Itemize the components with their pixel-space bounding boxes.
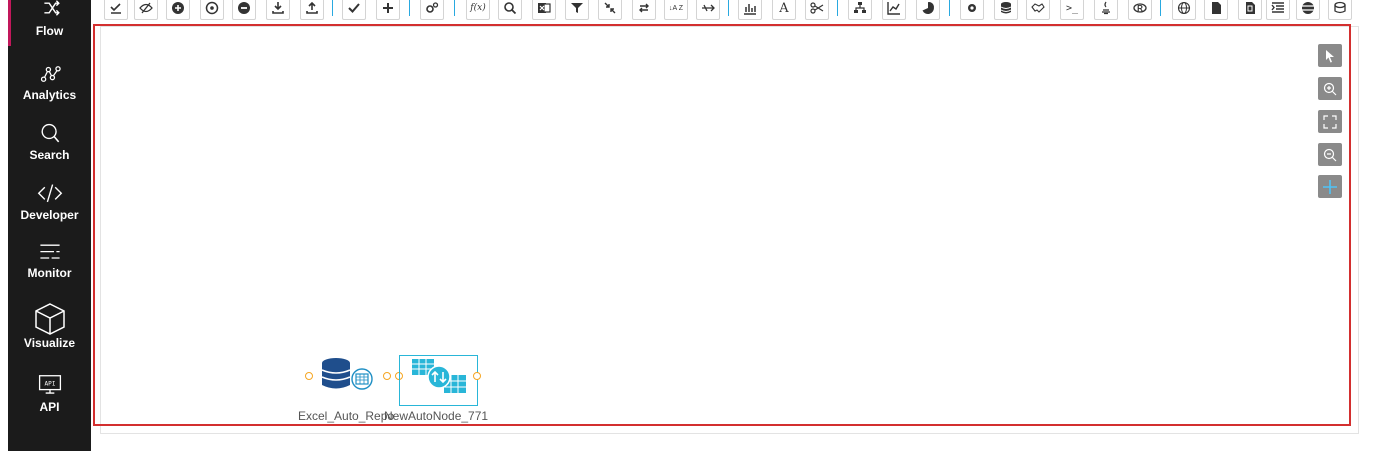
toolbar-separator [728,0,729,16]
filter-icon[interactable] [565,0,589,20]
left-edge [0,0,8,451]
api-icon: API [38,375,61,394]
sidebar-item-label: API [39,400,60,414]
globe-icon[interactable] [1172,0,1196,20]
node-label: NewAutoNode_771 [384,409,489,423]
stack-icon[interactable] [1296,0,1320,20]
sidebar-item-search[interactable]: Search [8,122,91,162]
sidebar-item-developer[interactable]: Developer [8,182,91,222]
settings-icon[interactable] [960,0,984,20]
upload-icon[interactable] [300,0,324,20]
node-output-port[interactable] [383,372,391,380]
file-icon[interactable] [1204,0,1228,20]
plus-icon[interactable] [376,0,400,20]
database-export-icon[interactable] [1328,0,1352,20]
route-icon[interactable] [696,0,720,20]
node-label: Excel_Auto_Repo [298,409,395,423]
indent-list-icon[interactable] [1266,0,1290,20]
toolbar-separator [454,0,455,16]
check-down-icon[interactable] [104,0,128,20]
swap-icon[interactable] [632,0,656,20]
sidebar-item-label: Monitor [27,266,72,280]
app-window: Flow Analytics Search Developer Monitor … [0,0,1376,451]
code-icon [37,184,62,203]
flow-icon [43,0,60,16]
pointer-icon[interactable] [1318,44,1342,67]
eye-slash-icon[interactable] [134,0,158,20]
sidebar-item-label: Analytics [22,88,77,102]
svg-text:R: R [1137,4,1143,13]
excel-icon[interactable] [532,0,556,20]
node-output-port[interactable] [473,372,481,380]
function-button[interactable]: f(x) [466,0,490,20]
toolbar-separator [332,0,333,16]
sidebar-item-label: Visualize [23,336,76,350]
bar-chart-icon[interactable] [738,0,762,20]
handshake-icon[interactable] [1026,0,1050,20]
toolbar-separator [837,0,838,16]
cube-icon [34,303,65,335]
sidebar-item-monitor[interactable]: Monitor [8,242,91,280]
hierarchy-icon[interactable] [848,0,872,20]
toolbar-separator [949,0,950,16]
sidebar-item-label: Search [29,148,70,162]
zoom-in-icon[interactable] [1318,77,1342,100]
monitor-icon [39,244,60,259]
remove-circle-icon[interactable] [232,0,256,20]
sidebar-item-flow[interactable]: Flow [8,0,91,46]
magnify-icon[interactable] [498,0,522,20]
add-circle-icon[interactable] [166,0,190,20]
java-icon[interactable] [1094,0,1118,20]
check-icon[interactable] [342,0,366,20]
arrows-in-icon[interactable] [598,0,622,20]
toolbar-separator [409,0,410,16]
toolbar-separator [1160,0,1161,16]
flow-canvas[interactable] [93,24,1351,426]
download-icon[interactable] [266,0,290,20]
target-circle-icon[interactable] [200,0,224,20]
sort-az-button[interactable]: ↓A Z [664,0,688,20]
api-badge-text: API [44,381,55,388]
sidebar: Flow Analytics Search Developer Monitor … [8,0,91,451]
file-binary-icon[interactable] [1238,0,1262,20]
sidebar-item-analytics[interactable]: Analytics [8,64,91,102]
sidebar-item-label: Flow [35,24,64,38]
zoom-out-icon[interactable] [1318,143,1342,166]
database-icon[interactable] [994,0,1018,20]
analytics-icon [40,66,61,82]
search-icon [41,123,59,143]
sidebar-item-api[interactable]: API API [8,374,91,414]
r-language-icon[interactable]: R [1128,0,1152,20]
toolbar: f(x) ↓A Z A >_ R [96,0,1376,22]
database-excel-icon[interactable] [320,358,374,392]
table-transform-icon[interactable] [410,357,470,397]
pan-icon[interactable] [1318,175,1342,198]
font-button[interactable]: A [772,0,796,20]
node-input-port[interactable] [305,372,313,380]
sidebar-item-label: Developer [20,208,79,222]
sidebar-item-visualize[interactable]: Visualize [8,302,91,350]
line-chart-icon[interactable] [882,0,906,20]
pie-chart-icon[interactable] [916,0,940,20]
shell-button[interactable]: >_ [1060,0,1084,20]
fit-screen-icon[interactable] [1318,110,1342,133]
scissors-icon[interactable] [805,0,829,20]
cogs-icon[interactable] [420,0,444,20]
